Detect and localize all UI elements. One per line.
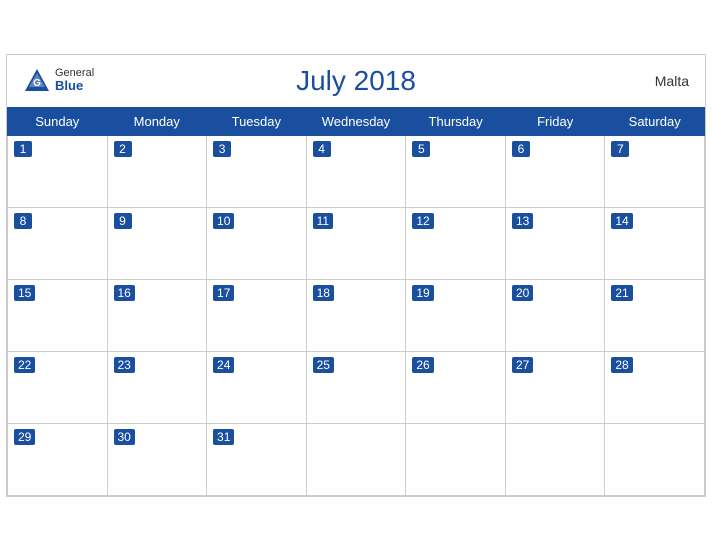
day-number: 5 <box>412 141 430 157</box>
day-number: 23 <box>114 357 135 373</box>
day-number: 11 <box>313 213 333 229</box>
calendar-cell: 20 <box>505 279 604 351</box>
calendar-cell: 12 <box>406 207 506 279</box>
day-number: 31 <box>213 429 234 445</box>
header-wednesday: Wednesday <box>306 107 406 135</box>
day-number: 25 <box>313 357 334 373</box>
header-friday: Friday <box>505 107 604 135</box>
calendar-cell: 10 <box>207 207 307 279</box>
day-number: 8 <box>14 213 32 229</box>
day-number: 26 <box>412 357 433 373</box>
day-number: 3 <box>213 141 231 157</box>
calendar-title: July 2018 <box>296 65 416 97</box>
calendar-cell: 5 <box>406 135 506 207</box>
header-saturday: Saturday <box>605 107 705 135</box>
day-number: 2 <box>114 141 132 157</box>
calendar-cell: 30 <box>107 423 207 495</box>
day-number: 29 <box>14 429 35 445</box>
day-number: 30 <box>114 429 135 445</box>
svg-text:G: G <box>33 78 41 89</box>
calendar-cell: 26 <box>406 351 506 423</box>
calendar-cell: 22 <box>8 351 108 423</box>
day-number: 18 <box>313 285 334 301</box>
header-sunday: Sunday <box>8 107 108 135</box>
calendar-cell: 17 <box>207 279 307 351</box>
country-label: Malta <box>655 73 689 89</box>
day-number: 7 <box>611 141 629 157</box>
calendar-cell: 24 <box>207 351 307 423</box>
header-thursday: Thursday <box>406 107 506 135</box>
calendar-cell: 23 <box>107 351 207 423</box>
logo-icon: G <box>23 67 51 95</box>
calendar-cell: 11 <box>306 207 406 279</box>
calendar-cell: 15 <box>8 279 108 351</box>
day-number: 27 <box>512 357 533 373</box>
calendar-cell <box>505 423 604 495</box>
calendar-cell: 3 <box>207 135 307 207</box>
day-number: 17 <box>213 285 234 301</box>
logo-text: General Blue <box>55 67 94 93</box>
day-number: 13 <box>512 213 533 229</box>
logo: G General Blue <box>23 67 94 95</box>
day-number: 16 <box>114 285 135 301</box>
calendar-week-row-1: 1 2 3 4 5 6 7 <box>8 135 705 207</box>
day-number: 21 <box>611 285 632 301</box>
calendar-cell: 25 <box>306 351 406 423</box>
day-number: 20 <box>512 285 533 301</box>
header-monday: Monday <box>107 107 207 135</box>
day-number: 12 <box>412 213 433 229</box>
calendar-cell: 8 <box>8 207 108 279</box>
calendar-cell: 28 <box>605 351 705 423</box>
day-number: 22 <box>14 357 35 373</box>
weekday-header-row: Sunday Monday Tuesday Wednesday Thursday… <box>8 107 705 135</box>
calendar-cell: 21 <box>605 279 705 351</box>
day-number: 9 <box>114 213 132 229</box>
calendar-body: 1234567891011121314151617181920212223242… <box>8 135 705 495</box>
calendar-cell <box>306 423 406 495</box>
calendar-cell: 16 <box>107 279 207 351</box>
calendar-cell <box>605 423 705 495</box>
calendar-cell <box>406 423 506 495</box>
day-number: 28 <box>611 357 632 373</box>
calendar-cell: 27 <box>505 351 604 423</box>
header-tuesday: Tuesday <box>207 107 307 135</box>
calendar-cell: 18 <box>306 279 406 351</box>
calendar-thead: Sunday Monday Tuesday Wednesday Thursday… <box>8 107 705 135</box>
calendar-week-row-4: 22 23 24 25 26 27 28 <box>8 351 705 423</box>
day-number: 24 <box>213 357 234 373</box>
calendar-cell: 13 <box>505 207 604 279</box>
calendar-cell: 19 <box>406 279 506 351</box>
calendar-container: G General Blue July 2018 Malta Sunday Mo… <box>6 54 706 497</box>
calendar-week-row-2: 8 9 10 11 12 13 14 <box>8 207 705 279</box>
calendar-cell: 7 <box>605 135 705 207</box>
calendar-week-row-5: 29 30 31 <box>8 423 705 495</box>
calendar-cell: 9 <box>107 207 207 279</box>
calendar-table: Sunday Monday Tuesday Wednesday Thursday… <box>7 107 705 496</box>
day-number: 6 <box>512 141 530 157</box>
day-number: 19 <box>412 285 433 301</box>
calendar-cell: 2 <box>107 135 207 207</box>
calendar-cell: 6 <box>505 135 604 207</box>
calendar-header: G General Blue July 2018 Malta <box>7 55 705 107</box>
day-number: 1 <box>14 141 32 157</box>
calendar-cell: 14 <box>605 207 705 279</box>
day-number: 10 <box>213 213 234 229</box>
calendar-cell: 1 <box>8 135 108 207</box>
day-number: 15 <box>14 285 35 301</box>
logo-blue-text: Blue <box>55 79 94 93</box>
calendar-week-row-3: 15 16 17 18 19 20 21 <box>8 279 705 351</box>
day-number: 14 <box>611 213 632 229</box>
calendar-cell: 29 <box>8 423 108 495</box>
day-number: 4 <box>313 141 331 157</box>
calendar-cell: 4 <box>306 135 406 207</box>
calendar-cell: 31 <box>207 423 307 495</box>
